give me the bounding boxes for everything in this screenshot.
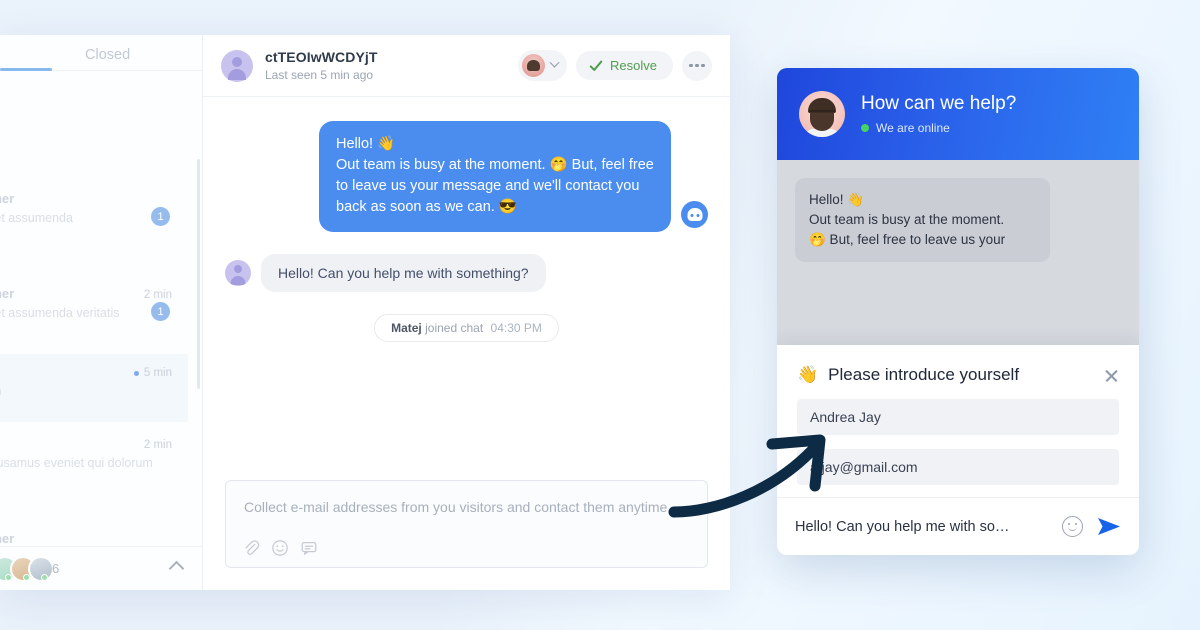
visitor-avatar-icon bbox=[225, 260, 251, 286]
list-item-snippet: met assumenda bbox=[0, 211, 73, 225]
message-line: Hello! 👋 bbox=[809, 192, 865, 207]
message-bubble: Hello! 👋 Out team is busy at the moment.… bbox=[319, 121, 671, 232]
ellipsis-icon[interactable] bbox=[682, 50, 712, 81]
message-list: Hello! 👋 Out team is busy at the moment.… bbox=[203, 97, 730, 480]
list-item-name: nner bbox=[0, 286, 15, 301]
message-incoming: Hello! Can you help me with something? bbox=[225, 254, 708, 292]
widget-title: How can we help? bbox=[861, 93, 1017, 114]
curved-arrow-icon bbox=[668, 434, 826, 518]
chevron-up-icon[interactable] bbox=[168, 560, 185, 577]
online-dot-icon bbox=[861, 124, 869, 132]
visitor-avatar-icon bbox=[221, 49, 253, 82]
system-event: Matej joined chat 04:30 PM bbox=[374, 314, 559, 342]
sidebar-footer: 6 bbox=[0, 546, 202, 590]
wave-emoji-icon: 👋 bbox=[797, 365, 819, 384]
prechat-form-title: Please introduce yourself bbox=[828, 365, 1020, 384]
visitor-last-seen: Last seen 5 min ago bbox=[265, 68, 374, 82]
list-item[interactable]: nner met assumenda 1 bbox=[0, 181, 188, 253]
unread-badge: 1 bbox=[151, 207, 170, 226]
tab-closed[interactable]: Closed bbox=[85, 47, 130, 63]
list-item-name: nner bbox=[0, 191, 15, 206]
system-event-action: joined chat bbox=[425, 321, 484, 335]
bot-avatar-icon bbox=[681, 201, 708, 228]
composer-placeholder: Collect e-mail addresses from you visito… bbox=[244, 499, 668, 515]
canned-response-icon[interactable] bbox=[300, 539, 318, 557]
widget-status: We are online bbox=[861, 121, 1016, 135]
attachment-icon[interactable] bbox=[242, 539, 260, 557]
page-title: ctTEOIwWCDYjT bbox=[265, 49, 378, 65]
widget-header: How can we help? We are online bbox=[777, 68, 1139, 160]
avatar bbox=[28, 556, 54, 582]
conversation-list[interactable]: nner met assumenda 1 2 min nner met assu… bbox=[0, 71, 202, 546]
online-agents-avatars[interactable] bbox=[0, 556, 54, 582]
sidebar-tabs: Closed bbox=[0, 35, 202, 71]
list-item-time: 5 min bbox=[143, 367, 172, 379]
list-item-snippet: em bbox=[0, 384, 1, 398]
unread-badge: 1 bbox=[151, 302, 170, 321]
list-item[interactable]: 5 min em bbox=[0, 354, 188, 422]
list-item[interactable]: nner met assumenda veritatis bbox=[0, 521, 188, 546]
message-line: Hello! 👋 bbox=[336, 136, 396, 152]
message-bubble: Hello! Can you help me with something? bbox=[261, 254, 546, 292]
resolve-button[interactable]: Resolve bbox=[576, 51, 673, 80]
list-item-name: nner bbox=[0, 531, 15, 546]
sidebar-scrollbar[interactable] bbox=[197, 159, 200, 389]
check-icon bbox=[589, 60, 603, 71]
message-outgoing: Hello! 👋 Out team is busy at the moment.… bbox=[225, 121, 708, 232]
close-icon[interactable] bbox=[1104, 368, 1119, 383]
message-line: Out team is busy at the moment. 🤭 But, f… bbox=[336, 157, 654, 215]
emoji-icon[interactable] bbox=[271, 539, 289, 557]
send-icon[interactable] bbox=[1097, 516, 1121, 538]
system-event-actor: Matej bbox=[391, 321, 422, 335]
list-item-snippet: ccusamus eveniet qui dolorum bbox=[0, 456, 153, 470]
composer-toolbar bbox=[242, 539, 318, 557]
resolve-label: Resolve bbox=[610, 58, 657, 73]
list-item-time: 2 min bbox=[143, 439, 172, 451]
list-item-snippet: met assumenda veritatis bbox=[0, 306, 120, 320]
list-item[interactable]: 2 min ccusamus eveniet qui dolorum bbox=[0, 426, 188, 498]
list-item[interactable]: 2 min nner met assumenda veritatis 1 bbox=[0, 276, 188, 348]
system-event-row: Matej joined chat 04:30 PM bbox=[225, 314, 708, 342]
list-item-time: 2 min bbox=[143, 289, 172, 301]
chat-panel: ctTEOIwWCDYjT Last seen 5 min ago Resolv… bbox=[203, 35, 730, 590]
message-line: 🤭 But, feel free to leave us your bbox=[809, 232, 1006, 247]
smiley-icon[interactable] bbox=[1062, 516, 1083, 537]
chat-header: ctTEOIwWCDYjT Last seen 5 min ago Resolv… bbox=[203, 35, 730, 97]
assignee-selector[interactable] bbox=[518, 50, 568, 81]
message-composer[interactable]: Collect e-mail addresses from you visito… bbox=[225, 480, 708, 568]
helpdesk-app-window: Closed nner met assumenda 1 2 min nner m… bbox=[0, 35, 730, 590]
prechat-form-header: 👋 Please introduce yourself bbox=[797, 365, 1119, 385]
agent-avatar-icon bbox=[522, 54, 546, 77]
system-event-time: 04:30 PM bbox=[490, 321, 542, 335]
conversation-sidebar: Closed nner met assumenda 1 2 min nner m… bbox=[0, 35, 203, 590]
message-line: Out team is busy at the moment. bbox=[809, 212, 1005, 227]
widget-status-text: We are online bbox=[876, 121, 950, 135]
online-agents-count: 6 bbox=[52, 561, 60, 576]
chevron-down-icon bbox=[549, 57, 560, 68]
chat-header-actions: Resolve bbox=[518, 50, 712, 81]
message-bubble: Hello! 👋 Out team is busy at the moment.… bbox=[795, 178, 1050, 262]
operator-avatar-icon bbox=[799, 91, 845, 137]
unread-dot bbox=[133, 370, 139, 376]
